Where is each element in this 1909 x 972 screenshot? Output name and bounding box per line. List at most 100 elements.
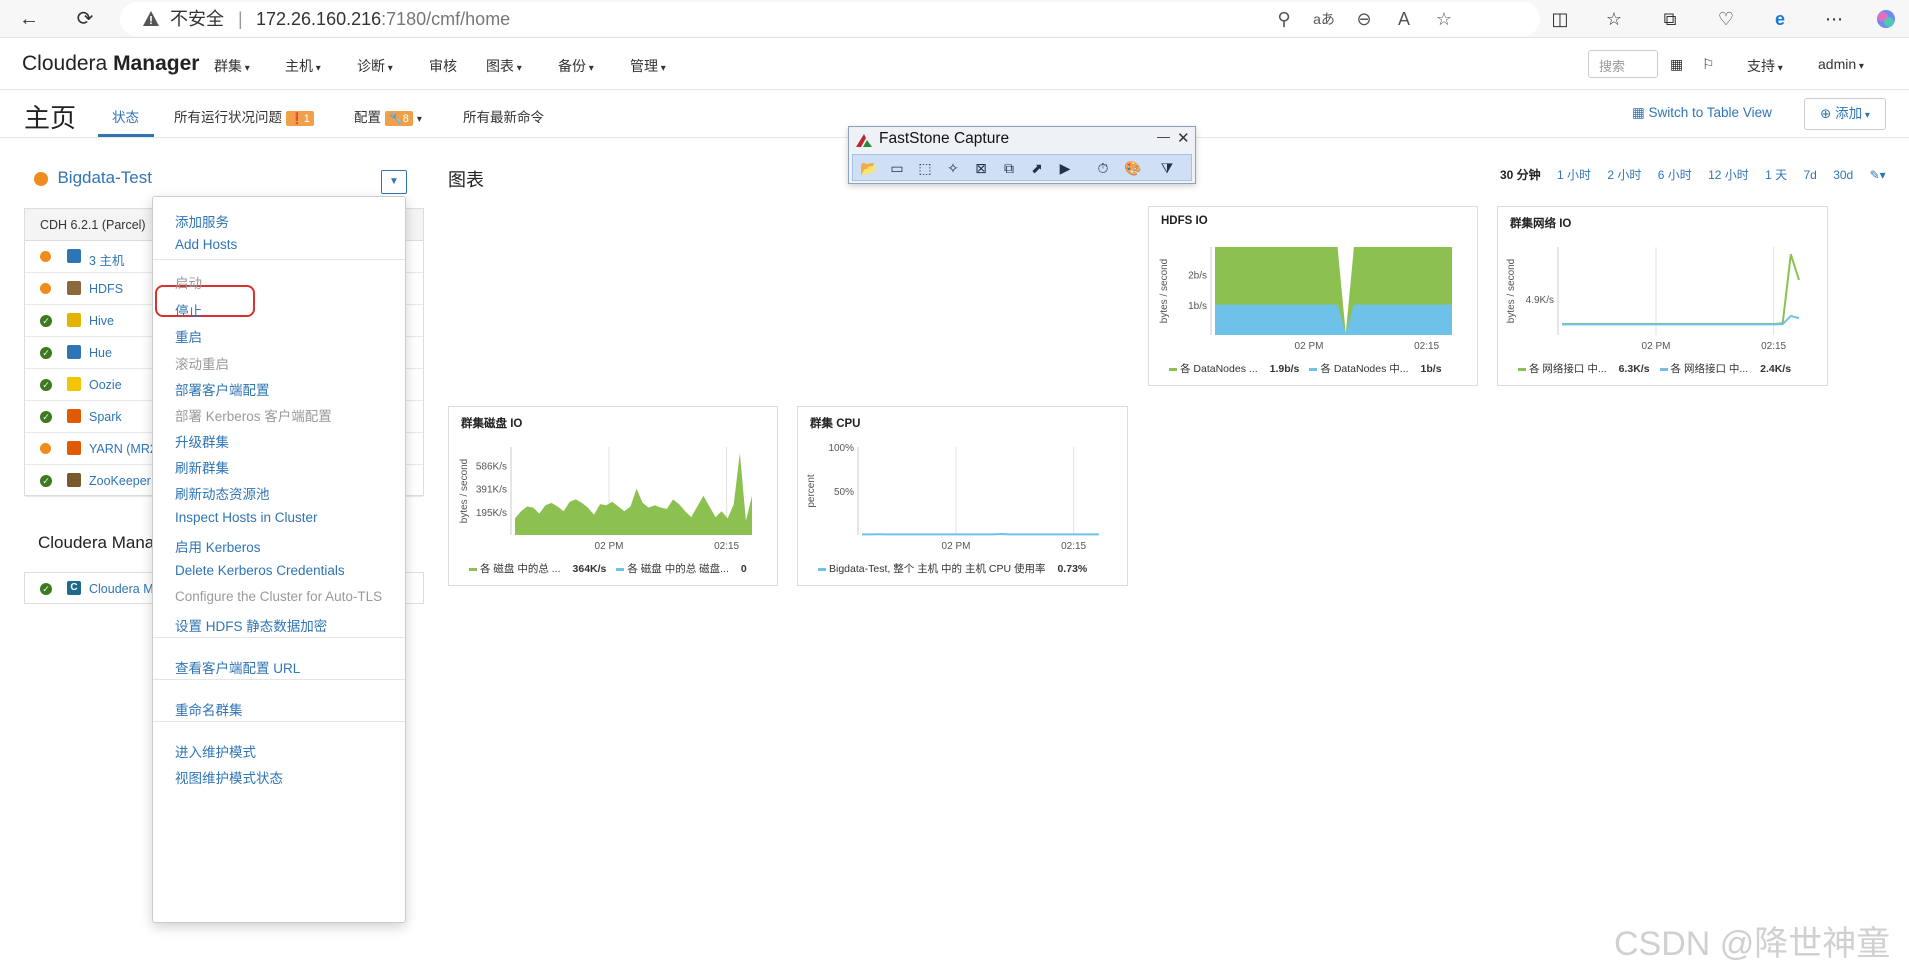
range-30d[interactable]: 30d [1833, 168, 1853, 182]
parcel-icon[interactable]: ▦ [1670, 56, 1683, 73]
legend-name[interactable]: 各 磁盘 中的总 ... [480, 563, 561, 575]
legend-name[interactable]: 各 DataNodes ... [1180, 363, 1258, 375]
read-aloud-icon[interactable]: A [1388, 2, 1420, 36]
menu-item[interactable]: 设置 HDFS 静态数据加密 [175, 615, 327, 635]
menu-item[interactable]: 添加服务 [175, 211, 229, 231]
search-input[interactable]: 搜索 [1588, 50, 1658, 78]
network-io-chart[interactable]: 群集网络 IO bytes / second 4.9K/s 02 PM 02:15 各 网… [1497, 206, 1828, 386]
series-line [1562, 254, 1800, 325]
legend-name[interactable]: 各 磁盘 中的总 磁盘... [627, 563, 729, 575]
back-icon[interactable]: ← [14, 4, 44, 34]
menu-item[interactable]: 部署客户端配置 [175, 379, 270, 399]
address-bar[interactable]: 不安全 | 172.26.160.216:7180/cmf/home ⚲ aあ … [120, 2, 1540, 36]
cpu-chart[interactable]: 群集 CPU percent 50% 100% 02 PM 02:15 Bigdata-Te… [797, 406, 1128, 586]
insecure-label: 不安全 [170, 9, 224, 29]
browser-toolbar: ← ⟳ 不安全 | 172.26.160.216:7180/cmf/home ⚲… [0, 0, 1909, 38]
faststone-capture-window[interactable]: FastStone Capture — ✕ 📂 ▭ ⬚ ✧ ⊠ ⧉ ⬈ ▶ ⏱ 🎨 ⧩ [848, 126, 1196, 184]
favorite-icon[interactable]: ☆ [1428, 2, 1460, 36]
nav-clusters[interactable]: 群集 [214, 56, 250, 76]
series-area [515, 452, 752, 535]
menu-item[interactable]: 视图维护模式状态 [175, 767, 283, 787]
freehand-icon[interactable]: ✧ [943, 159, 963, 177]
settings-icon[interactable]: ⧩ [1157, 159, 1177, 177]
health-icon[interactable]: ♡ [1710, 4, 1742, 34]
more-icon[interactable]: ⋯ [1818, 4, 1850, 34]
fixed-icon[interactable]: ⬈ [1027, 159, 1047, 177]
video-icon[interactable]: ▶ [1055, 159, 1075, 177]
range-12h[interactable]: 12 小时 [1708, 168, 1749, 182]
menu-item[interactable]: 刷新动态资源池 [175, 483, 270, 503]
range-7d[interactable]: 7d [1804, 168, 1817, 182]
tab-recent-commands[interactable]: 所有最新命令 [463, 106, 544, 126]
tab-health-issues[interactable]: 所有运行状况问题 ❗1 [174, 106, 314, 126]
collections-icon[interactable]: ⧉ [1654, 4, 1686, 34]
service-icon [67, 249, 81, 263]
edge-icon[interactable]: e [1764, 4, 1796, 34]
close-icon[interactable]: ✕ [1177, 129, 1190, 147]
switch-table-view-link[interactable]: ▦ Switch to Table View [1632, 105, 1772, 121]
nav-support[interactable]: 支持 [1747, 56, 1783, 76]
open-icon[interactable]: 📂 [859, 159, 879, 177]
nav-charts[interactable]: 图表 [486, 56, 522, 76]
menu-item[interactable]: 升级群集 [175, 431, 229, 451]
range-1d[interactable]: 1 天 [1765, 168, 1787, 182]
ok-status-icon: ✓ [40, 379, 52, 391]
hdfs-io-chart[interactable]: HDFS IO bytes / second 1b/s 2b/s 02 PM 02:15 各… [1148, 206, 1478, 386]
cm-service-name: Cloudera M [89, 582, 154, 596]
nav-hosts[interactable]: 主机 [285, 56, 321, 76]
menu-item[interactable]: 查看客户端配置 URL [175, 657, 300, 677]
nav-audit[interactable]: 审核 [429, 56, 457, 76]
disk-io-chart[interactable]: 群集磁盘 IO bytes / second 195K/s 391K/s 586K/s 0… [448, 406, 778, 586]
menu-item[interactable]: Inspect Hosts in Cluster [175, 510, 318, 525]
cluster-actions-dropdown[interactable]: ▼ [381, 170, 407, 194]
tab-config[interactable]: 配置 🔧8 ▾ [354, 106, 422, 126]
scroll-icon[interactable]: ⧉ [999, 159, 1019, 177]
menu-item[interactable]: 停止 [175, 300, 202, 320]
translate-icon[interactable]: aあ [1308, 2, 1340, 36]
palette-icon[interactable]: 🎨 [1123, 159, 1143, 177]
menu-item[interactable]: 刷新群集 [175, 457, 229, 477]
running-commands-icon[interactable]: ⚐ [1702, 56, 1715, 73]
range-2h[interactable]: 2 小时 [1607, 168, 1641, 182]
menu-item[interactable]: 启用 Kerberos [175, 536, 261, 556]
chart-svg: bytes / second 1b/s 2b/s 02 PM 02:15 [1159, 247, 1452, 352]
minimize-icon[interactable]: — [1157, 129, 1170, 144]
favorites-icon[interactable]: ☆ [1598, 4, 1630, 34]
fullscreen-icon[interactable]: ⊠ [971, 159, 991, 177]
add-button[interactable]: ⊕ 添加 ▾ [1804, 98, 1886, 130]
key-icon[interactable]: ⚲ [1268, 2, 1300, 36]
window-icon[interactable]: ▭ [887, 159, 907, 177]
legend-name[interactable]: 各 网络接口 中... [1671, 363, 1749, 375]
table-icon: ▦ [1632, 105, 1649, 120]
zoom-out-icon[interactable]: ⊖ [1348, 2, 1380, 36]
service-name: ZooKeeper [89, 474, 151, 488]
menu-item[interactable]: Delete Kerberos Credentials [175, 563, 345, 578]
nav-backup[interactable]: 备份 [558, 56, 594, 76]
page-title: 主页 [24, 103, 77, 133]
pencil-icon[interactable]: ✎▾ [1870, 168, 1886, 182]
chart-legend: 各 DataNodes ... 1.9b/s 各 DataNodes 中... 1b/… [1169, 361, 1452, 376]
service-icon [67, 441, 81, 455]
menu-item[interactable]: 进入维护模式 [175, 741, 256, 761]
copilot-icon[interactable] [1870, 4, 1902, 34]
range-6h[interactable]: 6 小时 [1658, 168, 1692, 182]
nav-admin[interactable]: 管理 [630, 56, 666, 76]
timer-icon[interactable]: ⏱ [1093, 159, 1113, 177]
nav-diagnostics[interactable]: 诊断 [357, 56, 393, 76]
split-screen-icon[interactable]: ◫ [1544, 4, 1576, 34]
rect-icon[interactable]: ⬚ [915, 159, 935, 177]
range-1h[interactable]: 1 小时 [1557, 168, 1591, 182]
legend-name[interactable]: 各 网络接口 中... [1529, 363, 1607, 375]
menu-item[interactable]: 重命名群集 [175, 699, 243, 719]
legend-name[interactable]: 各 DataNodes 中... [1320, 363, 1408, 375]
refresh-icon[interactable]: ⟳ [70, 4, 100, 34]
menu-item[interactable]: 重启 [175, 326, 202, 346]
tab-status[interactable]: 状态 [112, 106, 139, 126]
cluster-name-link[interactable]: Bigdata-Test [34, 168, 152, 188]
legend-name[interactable]: Bigdata-Test, 整个 主机 中的 主机 CPU 使用率 [829, 563, 1045, 575]
menu-item[interactable]: Add Hosts [175, 237, 237, 252]
x-tick-label: 02 PM [595, 541, 624, 552]
nav-user[interactable]: admin [1818, 56, 1864, 72]
range-30m[interactable]: 30 分钟 [1500, 168, 1541, 182]
brand-logo[interactable]: Cloudera Manager [22, 52, 199, 76]
